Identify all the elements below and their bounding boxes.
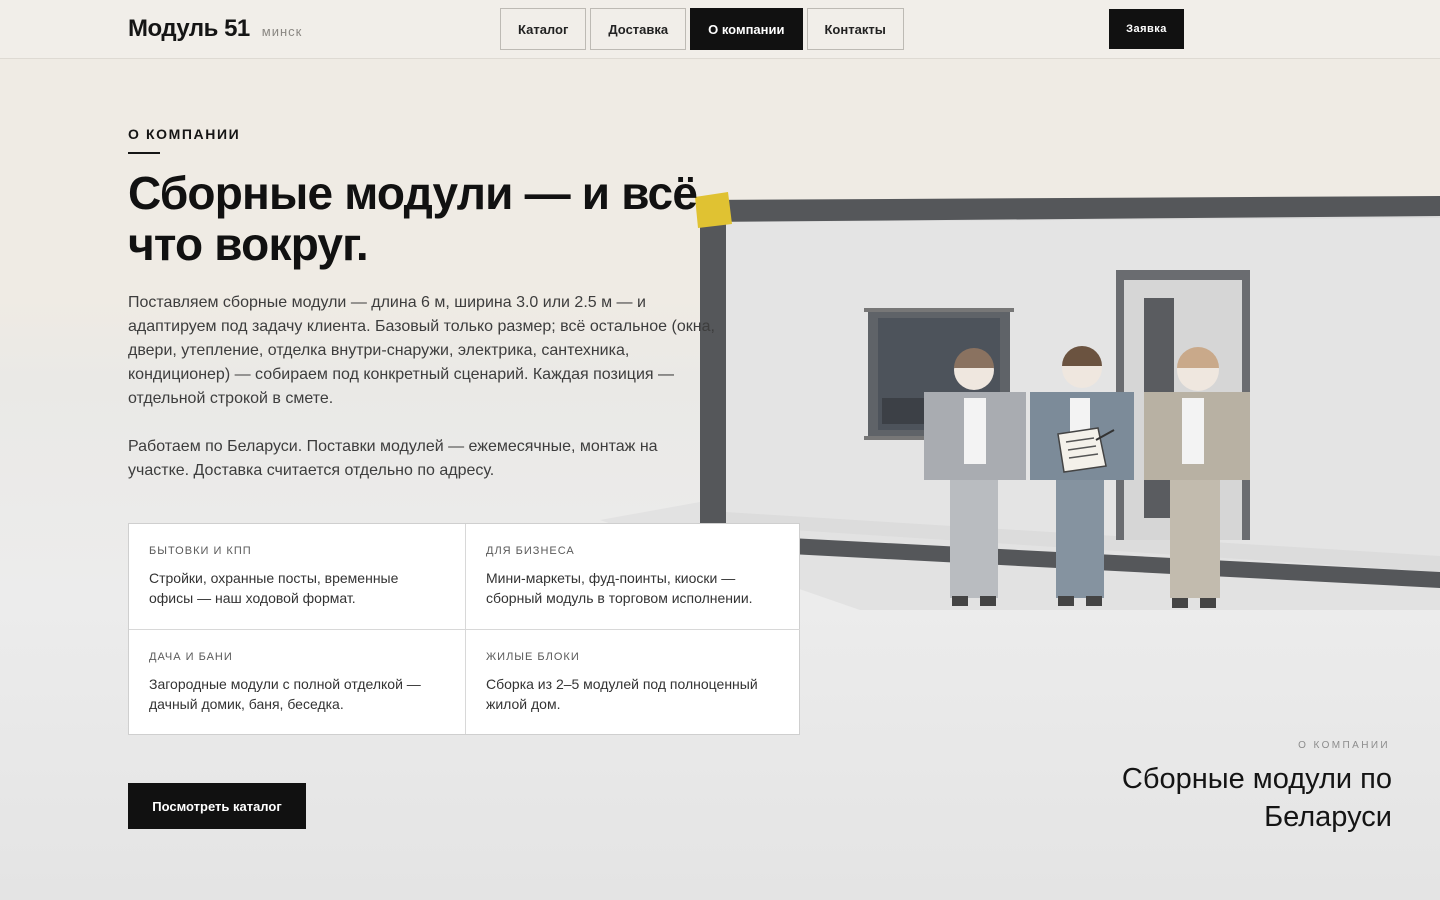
card-text: Сборка из 2–5 модулей под полноценный жи…: [486, 676, 758, 712]
card-cabins: БЫТОВКИ И КПП Стройки, охранные посты, в…: [129, 524, 465, 629]
delivery-paragraph: Работаем по Беларуси. Поставки модулей —…: [128, 438, 658, 479]
logo-name[interactable]: Модуль 51: [128, 15, 250, 43]
card-label: ЖИЛЫЕ БЛОКИ: [486, 651, 580, 663]
card-text: Загородные модули с полной отделкой — да…: [149, 676, 421, 712]
logo[interactable]: Модуль 51 минск: [128, 15, 302, 43]
request-button[interactable]: Заявка: [1109, 9, 1184, 49]
main-nav: Каталог Доставка О компании Контакты: [500, 8, 904, 50]
card-label: БЫТОВКИ И КПП: [149, 545, 252, 557]
nav-item-catalog[interactable]: Каталог: [500, 8, 587, 50]
card-dacha: ДАЧА И БАНИ Загородные модули с полной о…: [129, 629, 465, 734]
card-text: Стройки, охранные посты, временные офисы…: [149, 570, 399, 606]
site-header: Модуль 51 минск Каталог Доставка О компа…: [0, 0, 1440, 59]
side-title: Сборные модули по Беларуси: [1121, 763, 1392, 833]
section-eyebrow: О КОМПАНИИ: [128, 126, 241, 142]
nav-item-about[interactable]: О компании: [690, 8, 803, 50]
eyebrow-divider: [128, 152, 160, 154]
intro-paragraph: Поставляем сборные модули — длина 6 м, ш…: [128, 294, 715, 407]
card-text: Мини-маркеты, фуд-поинты, киоски — сборн…: [486, 570, 753, 606]
view-catalog-button[interactable]: Посмотреть каталог: [128, 783, 306, 829]
page-title: Сборные модули — и всё что вокруг.: [128, 167, 698, 270]
side-eyebrow: О КОМПАНИИ: [1298, 740, 1390, 751]
card-label: ДЛЯ БИЗНЕСА: [486, 545, 575, 557]
nav-item-delivery[interactable]: Доставка: [590, 8, 687, 50]
card-label: ДАЧА И БАНИ: [149, 651, 233, 663]
card-business: ДЛЯ БИЗНЕСА Мини-маркеты, фуд-поинты, ки…: [465, 524, 800, 629]
logo-city: минск: [261, 24, 303, 39]
use-case-cards: БЫТОВКИ И КПП Стройки, охранные посты, в…: [128, 523, 800, 735]
nav-item-contacts[interactable]: Контакты: [806, 8, 904, 50]
card-residential: ЖИЛЫЕ БЛОКИ Сборка из 2–5 модулей под по…: [465, 629, 800, 734]
